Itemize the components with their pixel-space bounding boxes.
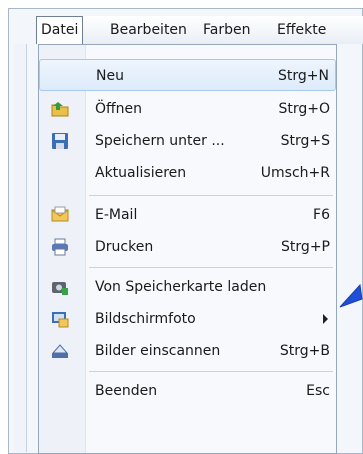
file-menu-dropdown: Neu Strg+N Öffnen Strg+O Speichern unter… [38, 44, 337, 454]
open-folder-icon [51, 102, 69, 117]
menu-item-shortcut: Umsch+R [260, 165, 330, 181]
annotation-pointer-icon [339, 283, 363, 308]
menu-item-label: Von Speicherkarte laden [95, 279, 267, 295]
menu-item-shortcut: Esc [306, 383, 330, 399]
menu-item-label: Beenden [95, 383, 158, 399]
menu-item-label: Drucken [95, 239, 154, 255]
menu-item-label: Öffnen [95, 101, 143, 117]
menu-farben[interactable]: Farben [203, 16, 250, 44]
menu-bar: Datei Bearbeiten Farben Effekte [36, 16, 363, 44]
menu-item-label: Aktualisieren [95, 165, 187, 181]
menu-item-drucken[interactable]: Drucken Strg+P [39, 231, 336, 263]
scanner-icon [51, 344, 69, 358]
menu-item-label: Bilder einscannen [95, 343, 221, 359]
menu-item-shortcut: F6 [313, 207, 330, 223]
email-icon [51, 206, 69, 222]
menu-item-speichern-unter[interactable]: Speichern unter ... Strg+S [39, 125, 336, 157]
menu-item-bildschirmfoto[interactable]: Bildschirmfoto [39, 303, 336, 335]
left-panel-edge [14, 44, 27, 452]
menu-separator [89, 267, 333, 268]
menu-item-label: Bildschirmfoto [95, 311, 196, 327]
menu-separator [89, 371, 333, 372]
menu-bearbeiten[interactable]: Bearbeiten [110, 16, 187, 44]
menu-item-von-speicherkarte-laden[interactable]: Von Speicherkarte laden [39, 271, 336, 303]
menu-datei[interactable]: Datei [36, 16, 84, 44]
save-disk-icon [52, 133, 68, 149]
menu-item-email[interactable]: E-Mail F6 [39, 199, 336, 231]
menu-item-label: Neu [96, 68, 124, 84]
menu-item-aktualisieren[interactable]: Aktualisieren Umsch+R [39, 157, 336, 189]
printer-icon [52, 238, 68, 256]
menu-separator [89, 195, 333, 196]
menu-item-beenden[interactable]: Beenden Esc [39, 375, 336, 407]
submenu-arrow-icon [323, 314, 328, 324]
menu-item-oeffnen[interactable]: Öffnen Strg+O [39, 93, 336, 125]
menu-item-shortcut: Strg+S [280, 133, 330, 149]
menu-item-shortcut: Strg+O [278, 101, 330, 117]
camera-card-icon [52, 282, 68, 295]
menu-effekte[interactable]: Effekte [277, 16, 326, 44]
menu-item-label: Speichern unter ... [95, 133, 225, 149]
menu-item-shortcut: Strg+P [281, 239, 330, 255]
screenshot-icon [52, 312, 69, 328]
menu-item-label: E-Mail [95, 207, 138, 223]
menu-item-shortcut: Strg+B [279, 343, 330, 359]
menu-item-neu[interactable]: Neu Strg+N [39, 59, 336, 91]
menu-item-shortcut: Strg+N [278, 68, 329, 84]
menu-item-bilder-einscannen[interactable]: Bilder einscannen Strg+B [39, 335, 336, 367]
